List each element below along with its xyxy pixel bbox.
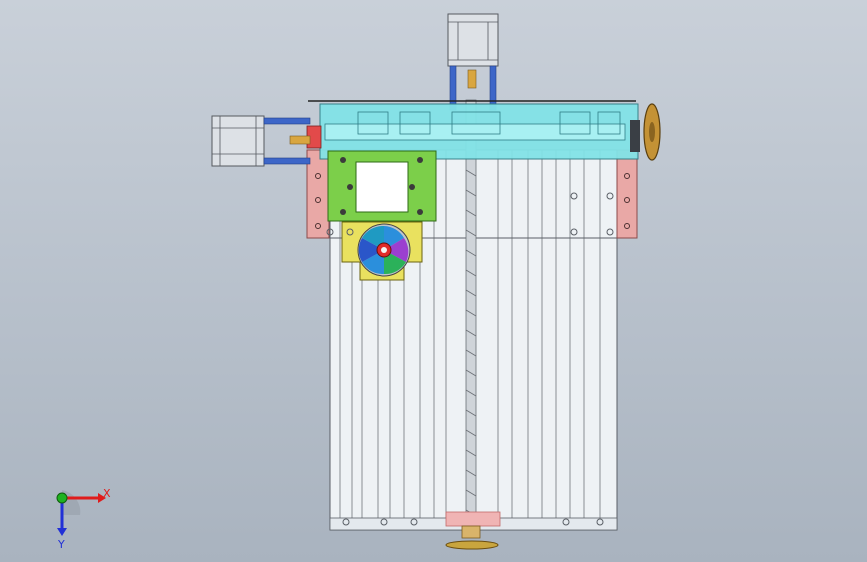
handwheel-icon bbox=[445, 540, 499, 550]
z-axis-dot bbox=[56, 492, 68, 504]
side-handwheel-icon bbox=[643, 103, 661, 161]
view-orientation-triad[interactable]: X Y bbox=[40, 480, 120, 550]
cyan-carriage-assembly bbox=[306, 100, 640, 160]
y-axis-label: Y bbox=[57, 538, 65, 550]
y-axis-arrowhead bbox=[57, 528, 67, 536]
green-gearbox-block bbox=[327, 150, 437, 222]
fan-icon bbox=[357, 223, 411, 277]
bottom-coupling bbox=[445, 511, 501, 539]
lead-screw-icon bbox=[465, 99, 477, 531]
stepper-motor-icon bbox=[447, 13, 499, 111]
cad-viewport[interactable] bbox=[0, 0, 867, 562]
side-stepper-motor-icon bbox=[211, 115, 311, 167]
x-axis-label: X bbox=[103, 487, 111, 500]
